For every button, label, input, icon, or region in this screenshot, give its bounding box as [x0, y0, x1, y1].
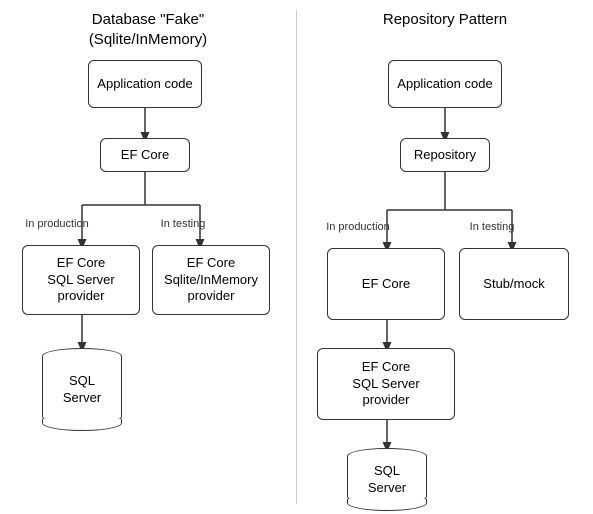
left-sql-server-cylinder: SQL Server [42, 348, 122, 431]
right-sql-server-label: SQL Server [368, 463, 406, 497]
left-in-test-text: In testing [161, 218, 206, 230]
right-repository-box: Repository [400, 138, 490, 172]
right-in-prod-label: In production [322, 221, 394, 233]
left-sqlite-provider-box: EF Core Sqlite/InMemory provider [152, 245, 270, 315]
left-app-code-box: Application code [88, 60, 202, 108]
left-sql-server-label: SQL Server [63, 373, 101, 407]
right-in-test-text: In testing [470, 221, 515, 233]
left-sql-server-provider-label: EF Core SQL Server provider [47, 255, 114, 306]
left-in-test-label: In testing [148, 218, 218, 230]
right-sql-server-cylinder: SQL Server [347, 448, 427, 511]
left-title-text: Database "Fake" [92, 11, 204, 28]
right-diagram: Repository Pattern Application code [297, 0, 593, 514]
right-in-prod-text: In production [326, 221, 390, 233]
right-title: Repository Pattern [297, 0, 593, 35]
left-ef-core-box: EF Core [100, 138, 190, 172]
left-sqlite-provider-label: EF Core Sqlite/InMemory provider [164, 255, 258, 306]
right-ef-core-box: EF Core [327, 248, 445, 320]
right-sql-server-provider-label: EF Core SQL Server provider [352, 359, 419, 410]
left-app-code-label: Application code [97, 76, 192, 93]
right-repository-label: Repository [414, 147, 476, 164]
right-title-text: Repository Pattern [383, 11, 507, 28]
right-in-test-label: In testing [457, 221, 527, 233]
left-sql-server-provider-box: EF Core SQL Server provider [22, 245, 140, 315]
left-subtitle-text: (Sqlite/InMemory) [89, 31, 207, 48]
diagram-container: Database "Fake" (Sqlite/InMemory) Applic… [0, 0, 593, 514]
left-in-prod-text: In production [25, 218, 89, 230]
left-diagram: Database "Fake" (Sqlite/InMemory) Applic… [0, 0, 296, 514]
right-stub-mock-box: Stub/mock [459, 248, 569, 320]
right-ef-core-label: EF Core [362, 276, 410, 293]
right-sql-server-provider-box: EF Core SQL Server provider [317, 348, 455, 420]
right-app-code-label: Application code [397, 76, 492, 93]
left-title: Database "Fake" (Sqlite/InMemory) [0, 0, 296, 54]
right-app-code-box: Application code [388, 60, 502, 108]
left-in-prod-label: In production [22, 218, 92, 230]
right-stub-mock-label: Stub/mock [483, 276, 544, 293]
left-ef-core-label: EF Core [121, 147, 169, 164]
